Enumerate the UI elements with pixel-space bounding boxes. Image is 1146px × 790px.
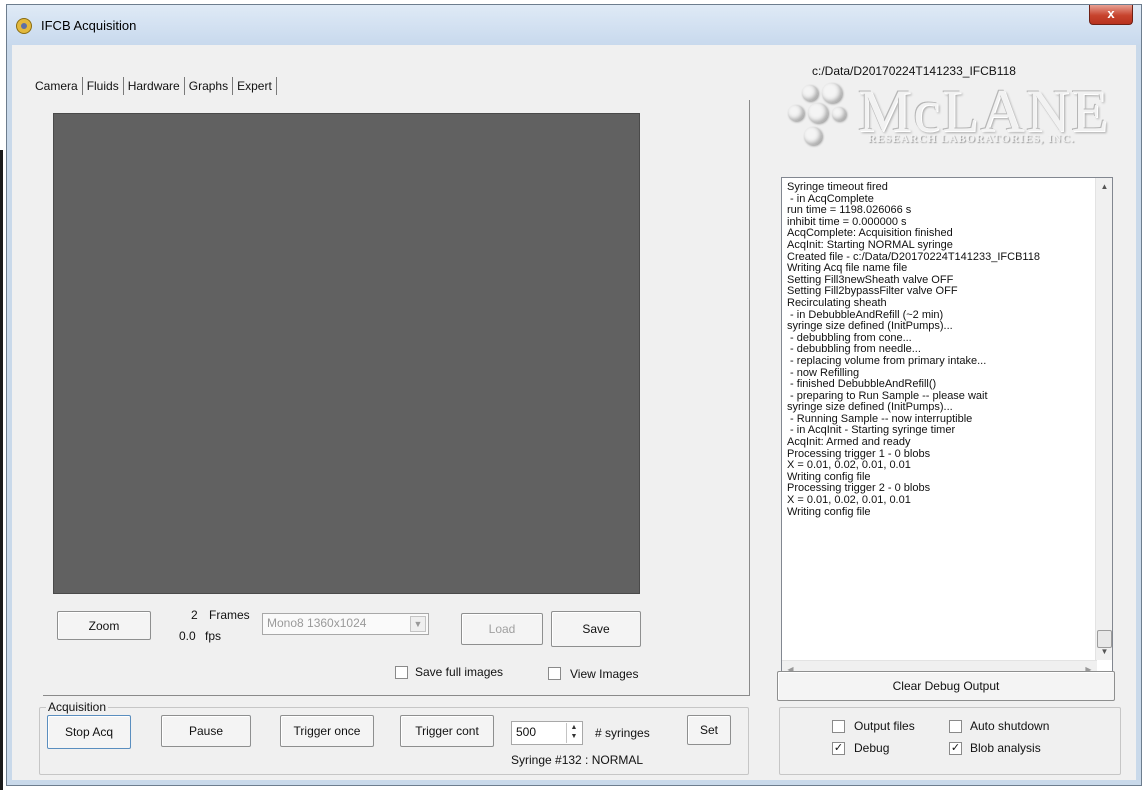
debug-line: Syringe timeout fired <box>787 181 888 193</box>
debug-output-lines: Syringe timeout fired - in AcqComplete ru… <box>787 181 1092 518</box>
frames-count: 2 <box>191 608 198 622</box>
debug-vertical-scrollbar[interactable]: ▲ ▼ <box>1095 178 1112 660</box>
tab-expert[interactable]: Expert <box>233 77 277 95</box>
image-format-select[interactable]: Mono8 1360x1024 ▼ <box>262 613 429 635</box>
syringes-count-spinner[interactable]: 500 ▲ ▼ <box>511 721 583 745</box>
blob-analysis-label: Blob analysis <box>970 741 1041 755</box>
load-button[interactable]: Load <box>461 613 543 645</box>
logo-subtext: RESEARCH LABORATORIES, INC. <box>868 133 1075 145</box>
spinner-arrows-icon[interactable]: ▲ ▼ <box>566 723 581 743</box>
app-window: IFCB Acquisition x Camera Fluids Hardwar… <box>6 4 1142 786</box>
scroll-down-icon[interactable]: ▼ <box>1096 643 1112 660</box>
save-full-images-checkbox[interactable] <box>395 666 408 679</box>
debug-line: - finished DebubbleAndRefill() <box>787 378 937 391</box>
view-images-label: View Images <box>570 667 639 681</box>
debug-line: AcqInit: Armed and ready <box>787 436 911 449</box>
syringe-status: Syringe #132 : NORMAL <box>511 753 644 767</box>
debug-line: - replacing volume from primary intake..… <box>787 354 987 367</box>
set-button[interactable]: Set <box>687 715 731 745</box>
tab-graphs[interactable]: Graphs <box>185 77 234 95</box>
trigger-cont-button[interactable]: Trigger cont <box>400 715 494 747</box>
client-area: Camera Fluids Hardware Graphs Expert Zoo… <box>15 45 1133 779</box>
mclane-logo: McLANE RESEARCH LABORATORIES, INC. <box>780 78 1108 151</box>
debug-checkbox[interactable]: ✓ <box>832 742 845 755</box>
auto-shutdown-label: Auto shutdown <box>970 719 1050 733</box>
pause-button[interactable]: Pause <box>161 715 251 747</box>
debug-line: Recirculating sheath <box>787 296 887 309</box>
tab-fluids[interactable]: Fluids <box>83 77 124 95</box>
tab-hardware[interactable]: Hardware <box>124 77 185 95</box>
trigger-once-button[interactable]: Trigger once <box>280 715 374 747</box>
title-bar: IFCB Acquisition x <box>7 5 1141 45</box>
tab-bar: Camera Fluids Hardware Graphs Expert <box>31 77 277 95</box>
syringes-count-value: 500 <box>516 725 537 739</box>
fps-label: fps <box>205 629 222 643</box>
panel-separator-vertical <box>749 100 750 696</box>
tab-camera[interactable]: Camera <box>31 77 83 95</box>
save-full-images-label: Save full images <box>415 665 504 679</box>
close-button[interactable]: x <box>1089 5 1133 25</box>
debug-line: X = 0.01, 0.02, 0.01, 0.01 <box>787 494 911 507</box>
save-button[interactable]: Save <box>551 611 641 647</box>
debug-line: syringe size defined (InitPumps)... <box>787 320 953 333</box>
debug-line: AcqInit: Starting NORMAL syringe <box>787 238 953 251</box>
panel-separator-horizontal <box>43 695 750 696</box>
chevron-down-icon[interactable]: ▼ <box>410 616 426 632</box>
acquisition-group-label: Acquisition <box>46 700 109 714</box>
clear-debug-output-button[interactable]: Clear Debug Output <box>777 671 1115 701</box>
auto-shutdown-checkbox[interactable] <box>949 720 962 733</box>
camera-image-view <box>53 113 640 594</box>
image-format-value: Mono8 1360x1024 <box>267 616 367 630</box>
debug-output-textbox[interactable]: Syringe timeout fired - in AcqComplete ru… <box>781 177 1113 679</box>
debug-line: Writing Acq file name file <box>787 262 908 275</box>
output-files-checkbox[interactable] <box>832 720 845 733</box>
stop-acq-button[interactable]: Stop Acq <box>47 715 131 749</box>
options-group <box>779 707 1121 775</box>
output-files-label: Output files <box>854 719 915 733</box>
frames-label: Frames <box>209 608 250 622</box>
screen-edge <box>0 150 3 790</box>
blob-analysis-checkbox[interactable]: ✓ <box>949 742 962 755</box>
zoom-button[interactable]: Zoom <box>57 611 151 640</box>
window-title: IFCB Acquisition <box>41 18 137 33</box>
data-path-label: c:/Data/D20170224T141233_IFCB118 <box>812 64 1016 78</box>
scroll-up-icon[interactable]: ▲ <box>1096 178 1112 195</box>
debug-line: Writing config file <box>787 505 871 518</box>
syringes-label: # syringes <box>595 726 650 740</box>
fps-value: 0.0 <box>179 629 196 643</box>
debug-label: Debug <box>854 741 890 755</box>
view-images-checkbox[interactable] <box>548 667 561 680</box>
app-icon <box>16 18 32 34</box>
